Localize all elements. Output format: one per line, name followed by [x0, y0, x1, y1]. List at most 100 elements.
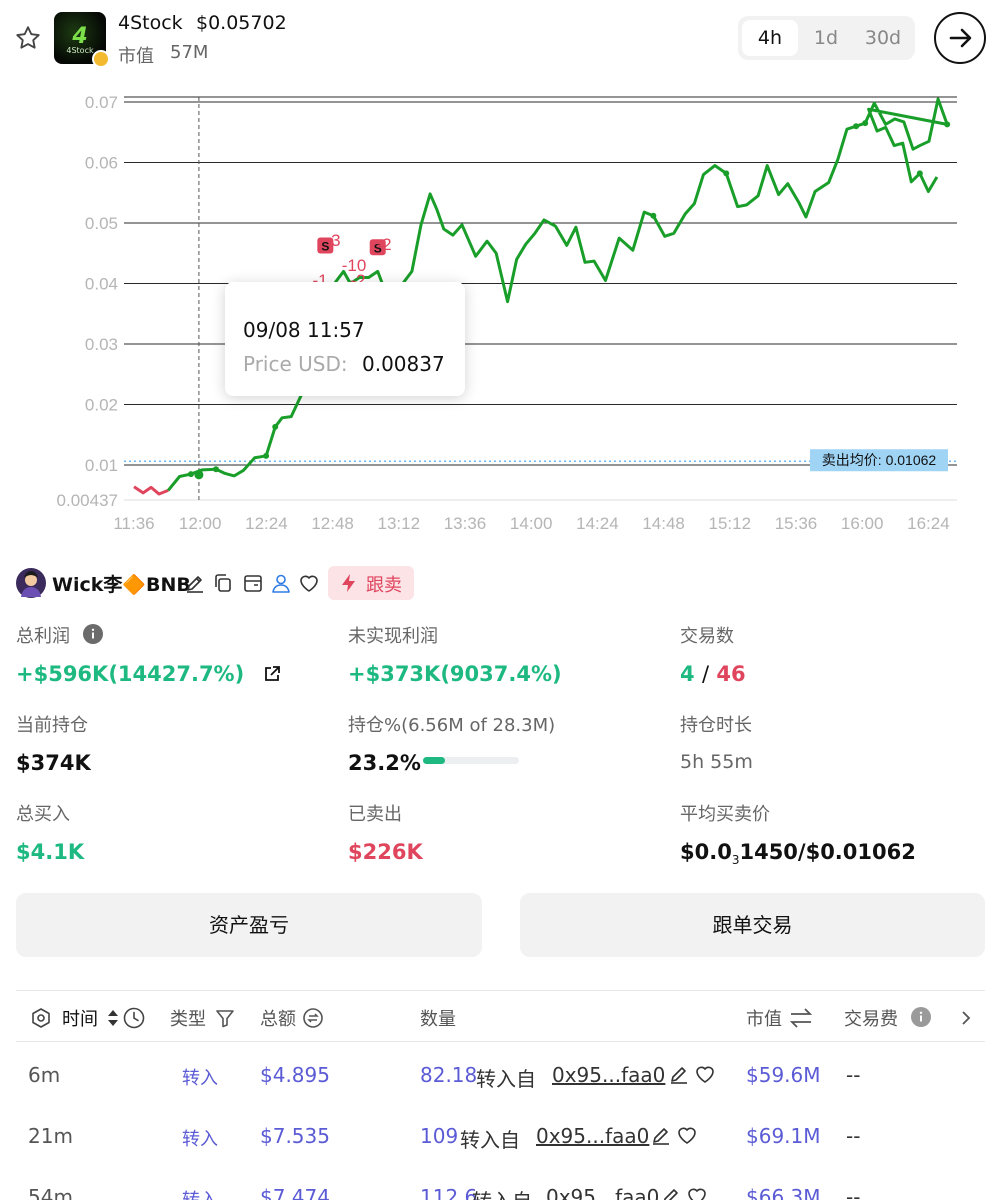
trade-separator: /	[701, 662, 710, 686]
stat-unrealized-profit: 未实现利润 +$373K(9037.4%)	[348, 622, 562, 686]
external-link-icon[interactable]	[262, 664, 282, 684]
stat-total-buy: 总买入 $4.1K	[16, 800, 84, 864]
price-point	[187, 471, 194, 478]
stat-avg-price-value: $0.031450/$0.01062	[680, 840, 916, 867]
stat-holding-label: 当前持仓	[16, 715, 88, 736]
timeframe-30d[interactable]: 30d	[854, 20, 912, 56]
row-address-link[interactable]: 0x95...faa0	[536, 1124, 649, 1148]
row-mcap: $66.3M	[746, 1185, 821, 1200]
trader-name[interactable]: Wick李🔶BNB	[52, 570, 191, 597]
table-row[interactable]: 54m 转入 $7.474 112.6 转入自 0x95...faa0 $66.…	[16, 1165, 985, 1200]
trade-annotation: -2	[376, 235, 391, 254]
timeframe-selector: 4h 1d 30d	[738, 16, 915, 60]
chart-tooltip: 09/08 11:57 Price USD: 0.00837	[225, 282, 465, 396]
trade-annotation: -3	[325, 231, 340, 250]
row-time: 6m	[28, 1063, 61, 1087]
copy-icon[interactable]	[212, 572, 234, 594]
edit-icon[interactable]	[650, 1124, 672, 1146]
x-tick-label: 14:24	[576, 514, 619, 533]
info-icon[interactable]	[910, 1006, 932, 1028]
y-tick-label: 0.03	[85, 335, 118, 354]
timeframe-1d[interactable]: 1d	[800, 20, 852, 56]
y-tick-label: 0.00437	[57, 491, 118, 510]
copy-trade-button[interactable]: 跟单交易	[520, 893, 985, 957]
stat-total-profit-label: 总利润	[16, 622, 282, 648]
row-from-label: 转入自	[460, 1128, 520, 1152]
avg-price-prefix: $0.0	[680, 840, 732, 864]
lightning-icon	[342, 574, 355, 592]
column-fee[interactable]: 交易费	[844, 1005, 898, 1031]
price-chart[interactable]: 0.07 0.06 0.05 0.04 0.03 0.02 0.01 0.00437 11:36…	[0, 80, 1005, 550]
table-row[interactable]: 6m 转入 $4.895 82.18 转入自 0x95...faa0 $59.6…	[16, 1043, 985, 1103]
column-amount[interactable]: 总额	[260, 1005, 296, 1031]
price-point	[862, 120, 869, 127]
x-tick-label: 12:00	[179, 514, 222, 533]
stat-sold-value: $226K	[348, 840, 423, 864]
currency-switch-icon[interactable]	[302, 1007, 324, 1029]
row-type: 转入	[182, 1129, 218, 1150]
trades-table-header: 时间 类型 总额 数量 市值 交易费	[16, 990, 985, 1042]
user-icon[interactable]	[270, 572, 292, 594]
edit-icon[interactable]	[184, 572, 206, 594]
y-tick-label: 0.05	[85, 214, 118, 233]
x-tick-label: 15:36	[775, 514, 818, 533]
stat-holding: 当前持仓 $374K	[16, 711, 91, 775]
follow-sell-button[interactable]: 跟卖	[328, 566, 414, 600]
row-address-link[interactable]: 0x95...faa0	[546, 1185, 659, 1200]
stat-holding-time-label: 持仓时长	[680, 715, 752, 736]
edit-icon[interactable]	[660, 1185, 682, 1200]
pnl-button[interactable]: 资产盈亏	[16, 893, 482, 957]
token-name: 4Stock	[118, 12, 183, 34]
heart-icon[interactable]	[686, 1185, 708, 1200]
avatar[interactable]	[16, 568, 46, 598]
filter-icon[interactable]	[214, 1007, 236, 1029]
row-type: 转入	[182, 1068, 218, 1089]
row-time: 21m	[28, 1124, 73, 1148]
edit-icon[interactable]	[668, 1063, 690, 1085]
column-type[interactable]: 类型	[170, 1005, 206, 1031]
price-point	[853, 123, 860, 130]
row-type: 转入	[182, 1186, 218, 1200]
sell-count: 46	[716, 662, 746, 686]
column-time[interactable]: 时间	[62, 1005, 98, 1031]
stat-sold: 已卖出 $226K	[348, 800, 423, 864]
row-address-link[interactable]: 0x95...faa0	[552, 1063, 665, 1087]
heart-icon[interactable]	[298, 572, 320, 594]
row-from-label: 转入自	[472, 1185, 532, 1200]
table-row[interactable]: 21m 转入 $7.535 109 转入自 0x95...faa0 $69.1M…	[16, 1104, 985, 1164]
stat-holding-value: $374K	[16, 751, 91, 775]
row-fee: --	[846, 1124, 861, 1148]
stat-holding-time: 持仓时长 5h 55m	[680, 711, 753, 773]
arrow-right-icon	[949, 28, 972, 48]
wallet-icon[interactable]	[242, 572, 264, 594]
heart-icon[interactable]	[676, 1124, 698, 1146]
row-fee: --	[846, 1063, 861, 1087]
token-logo: 4 4Stock	[54, 12, 110, 68]
stat-total-buy-label: 总买入	[16, 804, 70, 825]
star-icon[interactable]	[14, 24, 42, 52]
timeframe-4h[interactable]: 4h	[742, 20, 798, 56]
stat-holding-pct: 持仓%(6.56M of 28.3M) 23.2%	[348, 711, 555, 775]
hexagon-settings-icon[interactable]	[30, 1007, 52, 1029]
holding-progress-bar	[423, 757, 519, 764]
y-tick-label: 0.07	[85, 93, 118, 112]
sort-icon[interactable]	[106, 1007, 120, 1029]
stat-total-profit: 总利润 +$596K(14427.7%)	[16, 622, 282, 686]
clock-icon[interactable]	[122, 1006, 146, 1030]
navigate-button[interactable]	[934, 12, 986, 64]
column-quantity[interactable]: 数量	[420, 1005, 456, 1031]
stat-holding-time-value: 5h 55m	[680, 751, 753, 773]
swap-icon[interactable]	[788, 1006, 814, 1030]
x-tick-label: 14:48	[642, 514, 685, 533]
row-time: 54m	[28, 1185, 73, 1200]
y-tick-label: 0.02	[85, 396, 118, 415]
stat-total-buy-value: $4.1K	[16, 840, 85, 864]
tooltip-label: Price USD:	[243, 352, 348, 376]
heart-icon[interactable]	[694, 1063, 716, 1085]
tooltip-date: 09/08 11:57	[243, 318, 365, 342]
column-mcap[interactable]: 市值	[746, 1005, 782, 1031]
info-icon[interactable]	[82, 623, 104, 645]
row-from-label: 转入自	[476, 1067, 536, 1091]
y-tick-label: 0.01	[85, 456, 118, 475]
chevron-right-icon[interactable]	[958, 1008, 974, 1028]
